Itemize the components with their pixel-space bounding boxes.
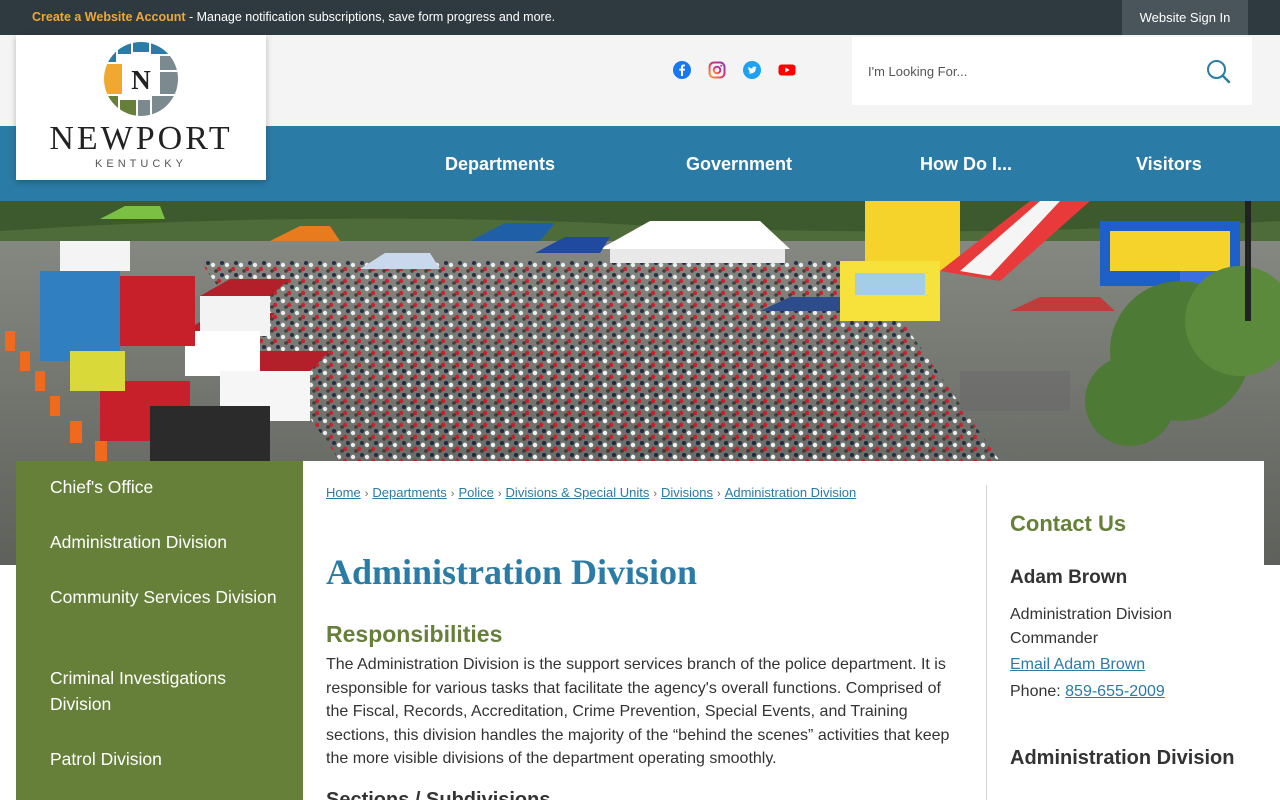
nav-item-visitors[interactable]: Visitors: [1136, 126, 1202, 201]
main-content: Home › Departments › Police › Divisions & Spec…: [303, 461, 1264, 800]
breadcrumb-home[interactable]: Home: [326, 485, 361, 500]
page-title: Administration Division: [326, 552, 698, 592]
column-divider: [986, 485, 987, 800]
nav-item-how-do-i[interactable]: How Do I...: [920, 126, 1012, 201]
logo-name: NEWPORT: [49, 120, 233, 157]
search-box: [852, 37, 1252, 105]
site-logo[interactable]: N NEWPORT KENTUCKY: [16, 35, 266, 180]
nav-item-departments[interactable]: Departments: [445, 126, 555, 201]
contact-name: Adam Brown: [1010, 567, 1128, 588]
account-message: Create a Website Account - Manage notifi…: [32, 10, 555, 24]
sidenav-item-community-services[interactable]: Community Services Division: [50, 584, 290, 610]
contact-panel: Contact Us Adam Brown Administration Div…: [1010, 511, 1250, 769]
logo-subtitle: KENTUCKY: [95, 158, 187, 170]
breadcrumb-separator: ›: [450, 488, 455, 500]
twitter-icon[interactable]: [743, 61, 761, 79]
contact-phone-link[interactable]: 859-655-2009: [1065, 683, 1165, 700]
newport-logo-icon: N: [101, 39, 181, 124]
search-input[interactable]: [868, 59, 1188, 83]
contact-role: Administration Division Commander: [1010, 606, 1172, 647]
contact-phone: Phone: 859-655-2009: [1010, 683, 1165, 701]
sidenav-item-chiefs-office[interactable]: Chief's Office: [50, 474, 290, 500]
sidenav-item-criminal-investigations[interactable]: Criminal Investigations Division: [50, 665, 290, 717]
side-navigation: Chief's Office Administration Division C…: [16, 461, 303, 800]
search-icon[interactable]: [1204, 57, 1232, 85]
social-links: [673, 61, 796, 79]
contact-email-link[interactable]: Email Adam Brown: [1010, 656, 1145, 674]
breadcrumb-divisions-special-units[interactable]: Divisions & Special Units: [506, 485, 650, 500]
breadcrumb: Home › Departments › Police › Divisions & Spec…: [326, 485, 856, 500]
website-sign-in-button[interactable]: Website Sign In: [1122, 0, 1248, 35]
contact-title: Contact Us: [1010, 511, 1127, 536]
account-message-text: - Manage notification subscriptions, sav…: [185, 10, 556, 24]
create-account-link[interactable]: Create a Website Account: [32, 10, 186, 24]
sidenav-item-patrol-division[interactable]: Patrol Division: [50, 746, 290, 772]
breadcrumb-separator: ›: [653, 488, 657, 500]
section2-title: Sections / Subdivisions: [326, 789, 551, 800]
breadcrumb-departments[interactable]: Departments: [372, 485, 446, 500]
contact-section2-title: Administration Division: [1010, 747, 1235, 769]
instagram-icon[interactable]: [708, 61, 726, 79]
breadcrumb-police[interactable]: Police: [458, 485, 493, 500]
sidenav-item-administration-division[interactable]: Administration Division: [50, 529, 290, 555]
logo-letter: N: [131, 65, 151, 95]
breadcrumb-divisions[interactable]: Divisions: [661, 485, 713, 500]
facebook-icon[interactable]: [673, 61, 691, 79]
breadcrumb-administration-division[interactable]: Administration Division: [725, 485, 857, 500]
youtube-icon[interactable]: [778, 61, 796, 79]
breadcrumb-separator: ›: [364, 488, 369, 500]
section-title: Responsibilities: [326, 621, 503, 647]
nav-item-government[interactable]: Government: [686, 126, 792, 201]
utility-bar: Create a Website Account - Manage notifi…: [0, 0, 1280, 35]
section-body: The Administration Division is the suppo…: [326, 656, 950, 767]
contact-phone-label: Phone:: [1010, 683, 1066, 700]
breadcrumb-separator: ›: [497, 488, 502, 500]
breadcrumb-separator: ›: [717, 488, 721, 500]
